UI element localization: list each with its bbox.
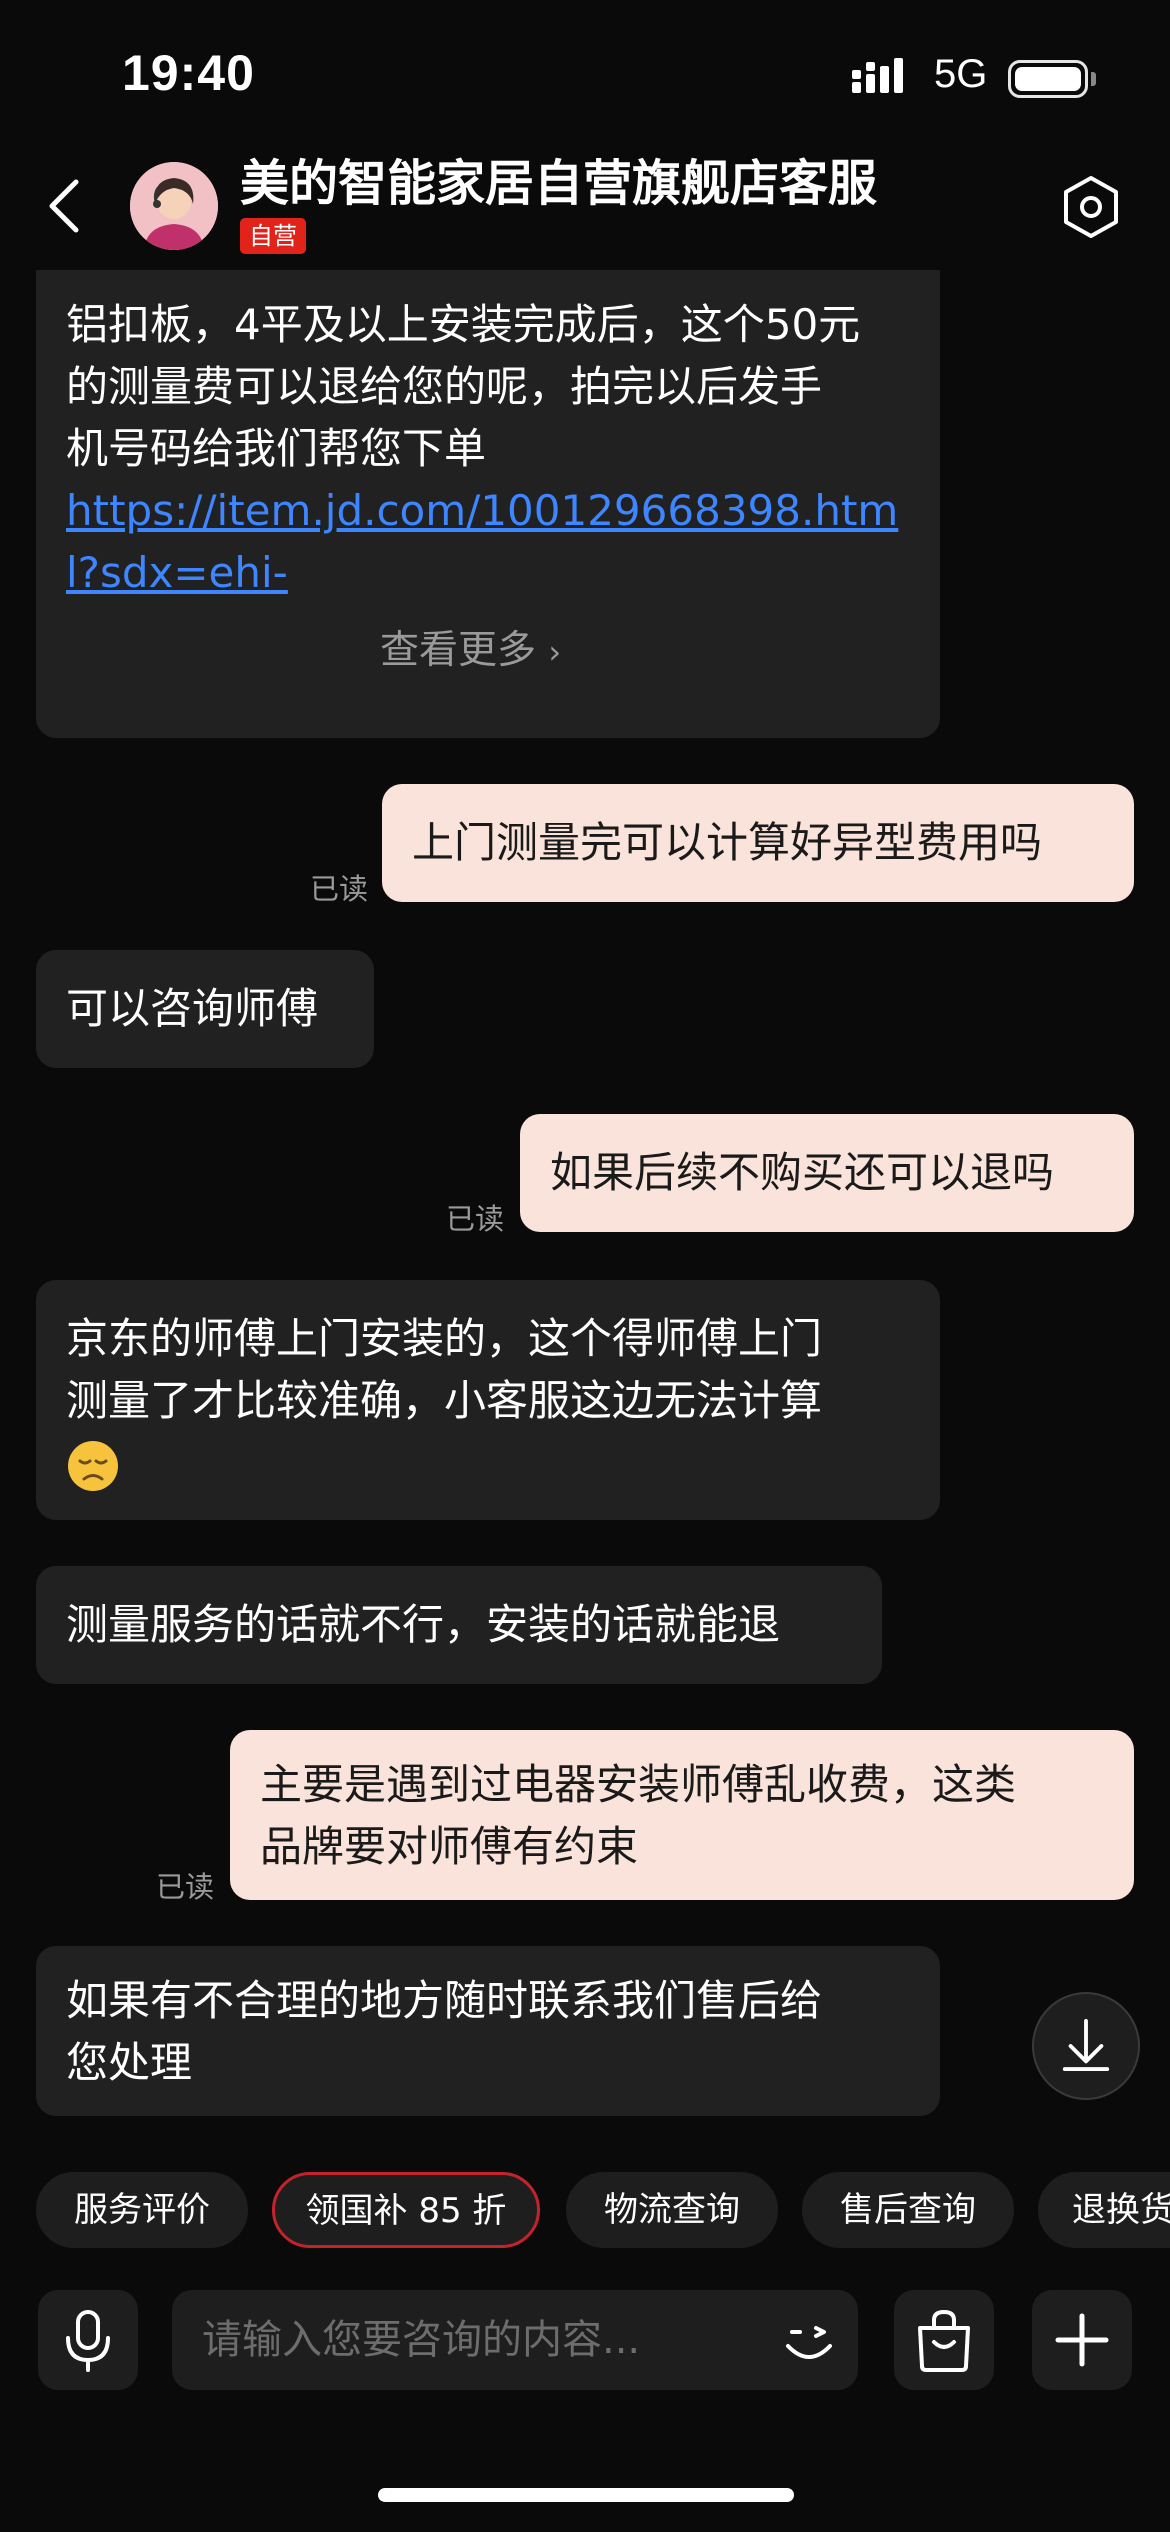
shop-name: 美的智能家居自营旗舰店客服: [240, 155, 878, 212]
message-line: 主要是遇到过电器安装师傅乱收费，这类: [260, 1760, 1017, 1809]
message-line: 测量了才比较准确，小客服这边无法计算: [66, 1376, 823, 1425]
message-text: 上门测量完可以计算好异型费用吗: [412, 818, 1043, 867]
read-status: 已读: [156, 1870, 215, 1904]
chip-return-exchange[interactable]: 退换货: [1038, 2172, 1170, 2248]
view-more-label: 查看更多: [380, 628, 537, 673]
read-status: 已读: [310, 872, 369, 906]
settings-hexagon-icon[interactable]: [1060, 174, 1122, 240]
back-arrow-icon[interactable]: [40, 176, 90, 236]
user-message-bubble: 如果后续不购买还可以退吗: [520, 1114, 1134, 1232]
status-time: 19:40: [122, 45, 255, 101]
product-shopping-bag-button[interactable]: [894, 2290, 994, 2390]
message-text: 如果后续不购买还可以退吗: [550, 1148, 1055, 1197]
chip-after-sales-query[interactable]: 售后查询: [802, 2172, 1014, 2248]
view-more-link[interactable]: 查看更多 ›: [380, 620, 561, 683]
emoji-wink-icon[interactable]: [778, 2310, 840, 2372]
product-link[interactable]: https://item.jd.com/100129668398.html?sd…: [66, 480, 910, 604]
chip-service-rating[interactable]: 服务评价: [36, 2172, 248, 2248]
download-arrow-icon: [1062, 2019, 1110, 2072]
quick-action-bar: 服务评价 领国补 85 折 物流查询 售后查询 退换货: [36, 2172, 1170, 2248]
service-message-bubble: 京东的师傅上门安装的，这个得师傅上门 测量了才比较准确，小客服这边无法计算: [36, 1280, 940, 1520]
self-operated-badge: 自营: [240, 218, 306, 254]
read-status: 已读: [446, 1202, 505, 1236]
service-message-bubble: 如果有不合理的地方随时联系我们售后给 您处理: [36, 1946, 940, 2116]
message-line: 京东的师傅上门安装的，这个得师傅上门: [66, 1314, 823, 1363]
chevron-right-icon: ›: [548, 633, 562, 671]
chip-national-subsidy[interactable]: 领国补 85 折: [272, 2172, 540, 2248]
message-line: 您处理: [66, 2038, 193, 2087]
message-line: 如果有不合理的地方随时联系我们售后给: [66, 1976, 823, 2025]
battery-icon: [1008, 60, 1088, 98]
more-options-button[interactable]: [1032, 2290, 1132, 2390]
microphone-icon: [66, 2310, 110, 2372]
user-message-bubble: 上门测量完可以计算好异型费用吗: [382, 784, 1134, 902]
disappointed-face-emoji-icon: [68, 1440, 118, 1491]
message-line: 机号码给我们帮您下单: [66, 424, 487, 473]
chat-header: 美的智能家居自营旗舰店客服 自营: [0, 140, 1170, 270]
cellular-signal-icon: [852, 58, 903, 93]
message-line: 品牌要对师傅有约束: [260, 1822, 639, 1871]
message-input-bar: [0, 2290, 1170, 2390]
message-text: 测量服务的话就不行，安装的话就能退: [66, 1600, 781, 1649]
message-input[interactable]: [172, 2290, 858, 2390]
home-indicator[interactable]: [378, 2488, 794, 2502]
user-message-bubble: 主要是遇到过电器安装师傅乱收费，这类 品牌要对师傅有约束: [230, 1730, 1134, 1900]
message-line: 的测量费可以退给您的呢，拍完以后发手: [66, 362, 823, 411]
voice-input-button[interactable]: [38, 2290, 138, 2390]
service-message-bubble: 可以咨询师傅: [36, 950, 374, 1068]
shopping-bag-icon: [918, 2309, 970, 2372]
service-message-bubble: 铝扣板，4平及以上安装完成后，这个50元 的测量费可以退给您的呢，拍完以后发手 …: [36, 270, 940, 738]
message-text: 可以咨询师傅: [66, 984, 319, 1033]
network-type: 5G: [934, 52, 988, 96]
plus-icon: [1055, 2313, 1109, 2367]
chat-message-list[interactable]: 铝扣板，4平及以上安装完成后，这个50元 的测量费可以退给您的呢，拍完以后发手 …: [0, 270, 1170, 2130]
service-message-bubble: 测量服务的话就不行，安装的话就能退: [36, 1566, 882, 1684]
status-bar: 19:40 5G: [0, 0, 1170, 140]
scroll-to-bottom-button[interactable]: [1032, 1992, 1140, 2100]
agent-avatar[interactable]: [130, 162, 218, 250]
battery-tip: [1091, 72, 1096, 86]
message-line: 铝扣板，4平及以上安装完成后，这个50元: [66, 300, 861, 349]
chip-logistics-query[interactable]: 物流查询: [566, 2172, 778, 2248]
